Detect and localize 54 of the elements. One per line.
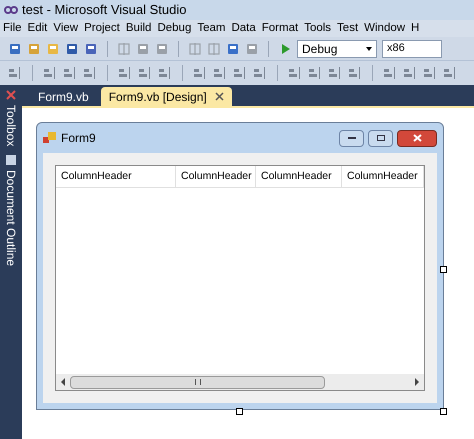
- layout-icon[interactable]: [83, 66, 97, 80]
- horizontal-scrollbar[interactable]: [56, 374, 424, 390]
- side-tab[interactable]: Toolbox: [2, 105, 20, 146]
- layout-icon[interactable]: [403, 66, 417, 80]
- document-tab[interactable]: Form9.vb: [30, 87, 97, 106]
- menu-item[interactable]: Data: [228, 20, 259, 38]
- menu-item[interactable]: Tools: [301, 20, 334, 38]
- document-tab[interactable]: Form9.vb [Design]: [100, 87, 232, 106]
- infinity-logo-icon: [4, 6, 18, 14]
- menu-item[interactable]: Project: [81, 20, 123, 38]
- scrollbar-thumb[interactable]: [70, 376, 325, 388]
- close-icon: [412, 134, 422, 142]
- layout-icon[interactable]: [328, 66, 342, 80]
- layout-icon[interactable]: [423, 66, 437, 80]
- menu-item[interactable]: Debug: [154, 20, 194, 38]
- layout-icon[interactable]: [233, 66, 247, 80]
- layout-icon[interactable]: [63, 66, 77, 80]
- maximize-button[interactable]: [368, 130, 393, 146]
- menu-item[interactable]: File: [0, 20, 25, 38]
- resize-handle[interactable]: [236, 408, 243, 415]
- layout-icon[interactable]: [253, 66, 267, 80]
- layout-icon[interactable]: [138, 66, 152, 80]
- menu-item[interactable]: Team: [194, 20, 228, 38]
- right-arrow-icon[interactable]: [414, 378, 420, 386]
- layout-icon[interactable]: [308, 66, 322, 80]
- form-title: Form9: [61, 130, 96, 147]
- configuration-dropdown[interactable]: Debug: [297, 40, 377, 58]
- window-title: test - Microsoft Visual Studio: [22, 1, 186, 20]
- menu-item[interactable]: Test: [334, 20, 362, 38]
- layout-icon[interactable]: [213, 66, 227, 80]
- menu-item[interactable]: Format: [258, 20, 302, 38]
- layout-icon[interactable]: [348, 66, 362, 80]
- resize-handle[interactable]: [440, 266, 447, 273]
- close-icon[interactable]: [214, 92, 224, 101]
- resize-handle[interactable]: [440, 408, 447, 415]
- menu-item[interactable]: Build: [122, 20, 154, 38]
- menu-item[interactable]: Edit: [24, 20, 50, 38]
- close-button[interactable]: [397, 130, 437, 146]
- left-arrow-icon[interactable]: [60, 378, 66, 386]
- layout-icon[interactable]: [8, 66, 22, 80]
- layout-icon[interactable]: [158, 66, 172, 80]
- menu-item[interactable]: Window: [361, 20, 408, 38]
- side-tab[interactable]: Document Outline: [2, 170, 20, 266]
- layout-icon[interactable]: [118, 66, 132, 80]
- layout-icon[interactable]: [383, 66, 397, 80]
- platform-dropdown[interactable]: x86: [382, 40, 442, 58]
- layout-icon[interactable]: [288, 66, 302, 80]
- menu-item[interactable]: H: [408, 20, 422, 38]
- minimize-button[interactable]: [339, 130, 364, 146]
- layout-icon[interactable]: [43, 66, 57, 80]
- layout-icon[interactable]: [443, 66, 457, 80]
- layout-icon[interactable]: [193, 66, 207, 80]
- menu-item[interactable]: View: [50, 20, 82, 38]
- form-icon: [43, 132, 57, 144]
